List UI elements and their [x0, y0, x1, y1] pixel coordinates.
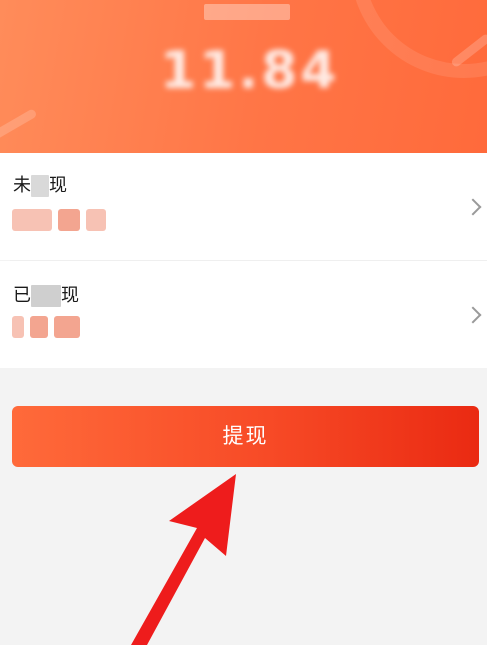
- title-redaction: [31, 285, 61, 307]
- redacted-block: [12, 209, 52, 231]
- redacted-block: [54, 316, 80, 338]
- header-decoration-bar: [0, 108, 38, 151]
- redacted-block: [30, 316, 48, 338]
- unwithdrawn-title: 未现: [13, 174, 67, 198]
- annotation-arrow-shape: [131, 474, 236, 645]
- chevron-right-icon: [464, 198, 482, 216]
- unwithdrawn-row[interactable]: 未现: [0, 153, 487, 260]
- withdrawn-title: 已现: [13, 284, 79, 308]
- redacted-block: [12, 316, 24, 338]
- balance-label-redacted: [204, 4, 290, 20]
- balance-amount: 11.84: [160, 41, 340, 101]
- balance-header: 11.84: [0, 0, 487, 153]
- withdraw-button[interactable]: 提现: [12, 406, 479, 467]
- withdrawn-row[interactable]: 已现: [0, 261, 487, 368]
- withdrawn-title-start: 已: [13, 285, 31, 306]
- title-redaction: [31, 175, 49, 197]
- redacted-block: [86, 209, 106, 231]
- withdrawn-title-end: 现: [61, 285, 79, 306]
- withdrawn-amount-redacted: [12, 316, 80, 338]
- unwithdrawn-title-end: 现: [49, 175, 67, 196]
- chevron-right-icon: [464, 306, 482, 324]
- unwithdrawn-title-start: 未: [13, 175, 31, 196]
- header-decoration-ring: [350, 0, 487, 78]
- redacted-block: [58, 209, 80, 231]
- unwithdrawn-amount-redacted: [12, 209, 106, 231]
